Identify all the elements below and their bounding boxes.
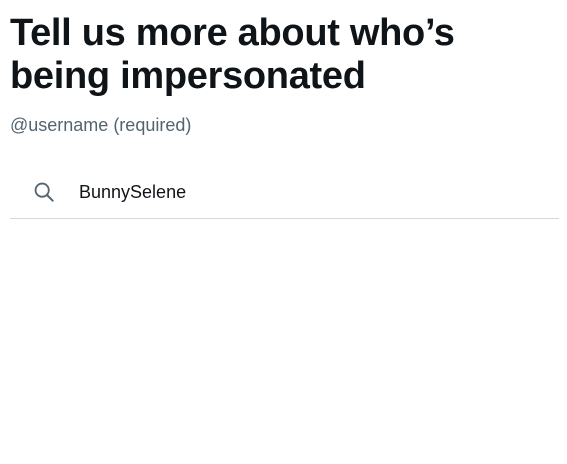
username-search-input[interactable] (79, 178, 539, 206)
page-title: Tell us more about who’s being impersona… (10, 12, 455, 97)
username-field-label: @username (required) (10, 115, 192, 135)
search-icon (34, 182, 54, 202)
username-search-field[interactable] (10, 166, 559, 219)
impersonation-form: Tell us more about who’s being impersona… (10, 12, 559, 219)
